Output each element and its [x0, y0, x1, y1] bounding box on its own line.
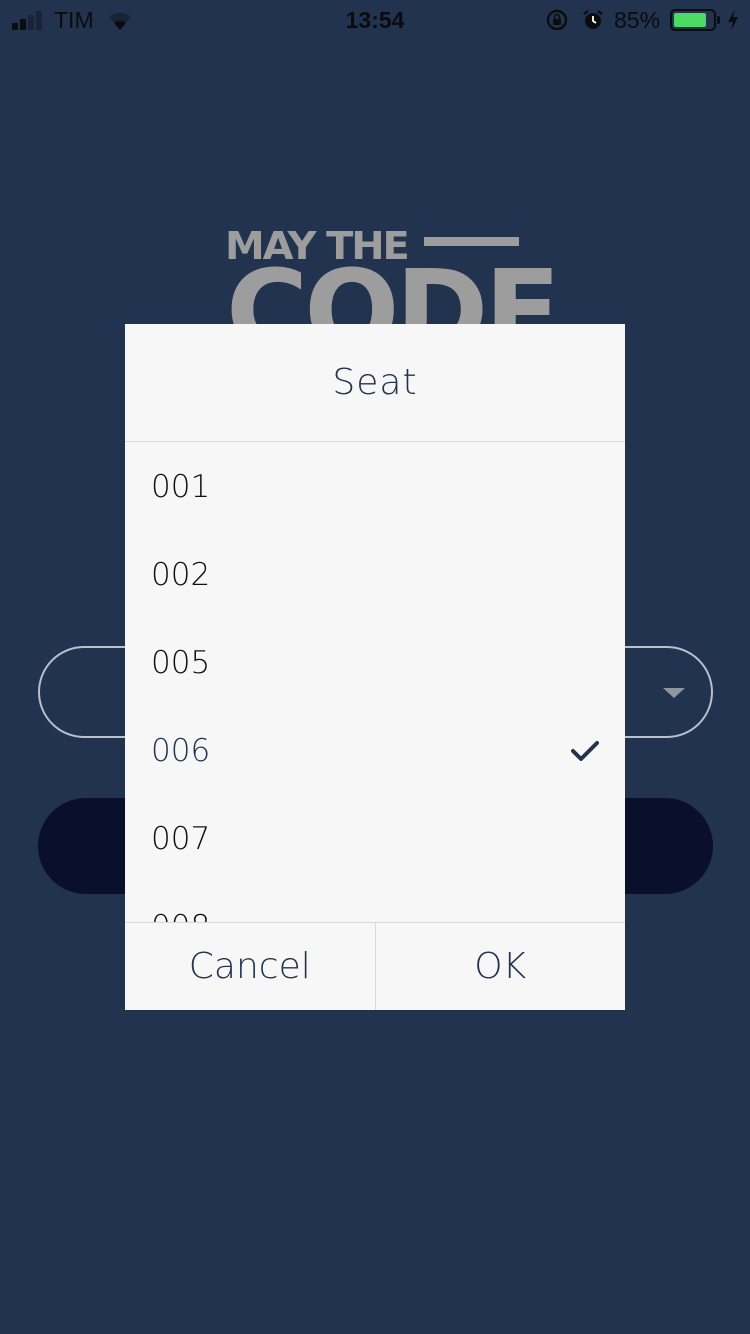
checkmark-icon — [571, 741, 599, 761]
option-label: 002 — [151, 557, 211, 593]
option-item-selected[interactable]: 006 — [125, 707, 625, 795]
battery-percent: 85% — [614, 7, 661, 33]
option-item[interactable]: 008 — [125, 883, 625, 922]
option-label: 005 — [151, 645, 211, 681]
option-label: 008 — [151, 909, 210, 922]
charging-bolt-icon — [728, 9, 738, 31]
logo-dash — [424, 237, 519, 246]
battery-nub — [717, 16, 720, 24]
dialog-button-bar: Cancel OK — [125, 922, 625, 1010]
status-bar: TIM 13:54 85% — [0, 0, 750, 40]
option-item[interactable]: 007 — [125, 795, 625, 883]
option-item[interactable]: 005 — [125, 619, 625, 707]
options-list[interactable]: 001 002 005 006 007 008 — [125, 443, 625, 922]
option-item[interactable]: 002 — [125, 531, 625, 619]
seat-picker-dialog: Seat 001 002 005 006 007 008 Cancel OK — [125, 324, 625, 1010]
option-label: 007 — [151, 821, 211, 857]
alarm-icon — [583, 10, 603, 29]
dropdown-caret-icon — [663, 688, 685, 698]
rotation-lock-icon — [546, 9, 568, 31]
battery-fill — [674, 13, 706, 27]
ok-button[interactable]: OK — [374, 923, 626, 1010]
option-label: 006 — [151, 733, 211, 769]
option-label: 001 — [151, 469, 211, 505]
option-item[interactable]: 001 — [125, 443, 625, 531]
battery-icon — [670, 9, 716, 31]
cancel-button[interactable]: Cancel — [125, 923, 375, 1010]
dialog-title: Seat — [125, 324, 625, 442]
